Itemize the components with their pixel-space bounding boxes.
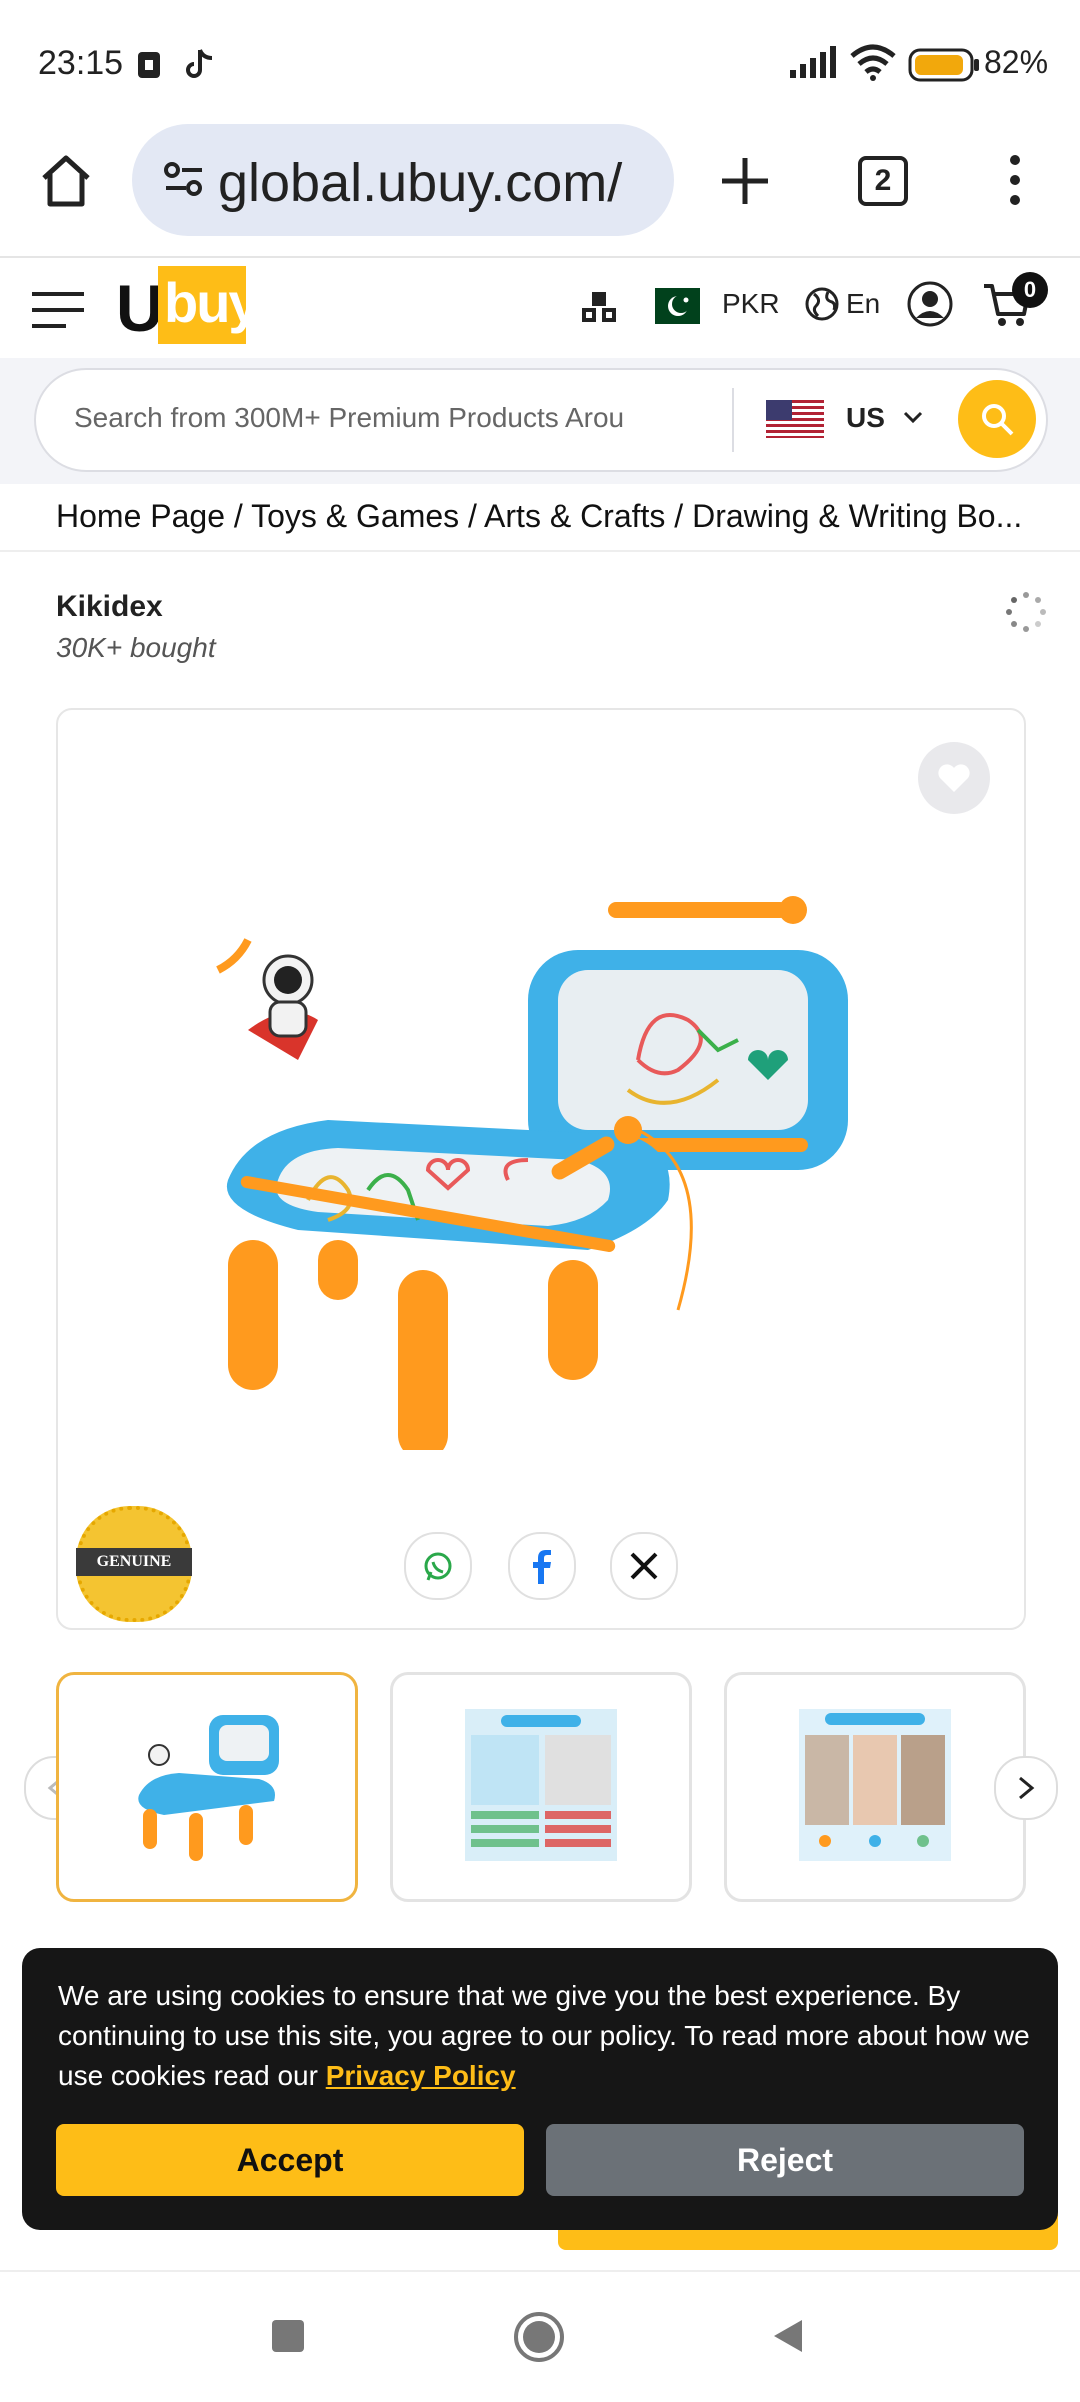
wishlist-button[interactable]	[918, 742, 990, 814]
x-share-button[interactable]	[610, 1532, 678, 1600]
site-header: U buy PKR En 0	[0, 258, 1080, 358]
search-divider	[732, 388, 734, 452]
hamburger-menu-icon[interactable]	[30, 288, 86, 332]
cart-count-badge: 0	[1012, 272, 1048, 308]
privacy-policy-link[interactable]: Privacy Policy	[326, 2060, 516, 2091]
reject-cookies-button[interactable]: Reject	[546, 2124, 1024, 2196]
new-tab-icon[interactable]	[718, 154, 772, 208]
globe-icon[interactable]	[804, 286, 840, 322]
tiktok-icon	[186, 49, 213, 78]
cookie-message: We are using cookies to ensure that we g…	[58, 1976, 1038, 2096]
facebook-share-button[interactable]	[508, 1532, 576, 1600]
bought-count: 30K+ bought	[56, 632, 216, 663]
currency-selector[interactable]: PKR	[722, 288, 780, 320]
logo-text: buy	[164, 271, 260, 334]
country-selector[interactable]: US	[846, 402, 885, 434]
cookie-message-text: We are using cookies to ensure that we g…	[58, 1980, 1030, 2091]
loading-spinner-icon	[1006, 592, 1046, 632]
breadcrumb: Home Page / Toys & Games / Arts & Crafts…	[0, 484, 1080, 552]
cookie-banner: We are using cookies to ensure that we g…	[22, 1948, 1058, 2230]
thumbnail-next-button[interactable]	[994, 1756, 1058, 1820]
whatsapp-icon	[424, 1552, 452, 1581]
genuine-badge-text: GENUINE	[76, 1548, 192, 1576]
recents-icon[interactable]	[270, 2318, 306, 2354]
logo[interactable]: buy	[158, 266, 260, 344]
product-image-card: GENUINE	[56, 708, 1026, 1630]
search-button[interactable]	[958, 380, 1036, 458]
chevron-right-icon	[1019, 1776, 1035, 1800]
thumbnail-image	[138, 1715, 279, 1861]
tab-switcher-button[interactable]: 2	[858, 156, 908, 206]
back-icon[interactable]	[768, 2316, 808, 2356]
address-bar[interactable]: global.ubuy.com/	[132, 124, 674, 236]
more-menu-icon[interactable]	[1000, 152, 1030, 212]
search-section: Search from 300M+ Premium Products Arou …	[0, 358, 1080, 484]
thumbnail-image	[799, 1709, 951, 1861]
us-flag-icon[interactable]	[766, 400, 824, 438]
facebook-icon	[533, 1550, 551, 1584]
search-input[interactable]: Search from 300M+ Premium Products Arou	[74, 402, 704, 434]
product-image[interactable]	[208, 830, 928, 1450]
breadcrumb-text[interactable]: Home Page / Toys & Games / Arts & Crafts…	[56, 498, 1026, 535]
logo-letter[interactable]: U	[116, 270, 164, 346]
battery-icon	[908, 48, 979, 82]
thumbnail-image	[465, 1709, 617, 1861]
whatsapp-share-button[interactable]	[404, 1532, 472, 1600]
system-nav-bar	[0, 2270, 1080, 2402]
genuine-badge: GENUINE	[76, 1506, 192, 1622]
home-icon[interactable]	[36, 150, 96, 210]
battery-percent: 82%	[984, 44, 1049, 80]
search-icon	[982, 404, 1014, 436]
status-time: 23:15	[38, 44, 124, 82]
thumbnail-1[interactable]	[56, 1672, 358, 1902]
browser-toolbar: global.ubuy.com/ 2	[0, 120, 1080, 258]
accept-cookies-button[interactable]: Accept	[56, 2124, 524, 2196]
search-bar: Search from 300M+ Premium Products Arou …	[34, 368, 1048, 472]
signal-icon	[790, 46, 836, 78]
home-button-icon[interactable]	[512, 2310, 566, 2364]
heart-icon	[938, 764, 970, 792]
account-icon[interactable]	[906, 280, 954, 328]
pakistan-flag-icon[interactable]	[640, 288, 700, 324]
url-text: global.ubuy.com/	[218, 153, 623, 213]
thumbnail-2[interactable]	[390, 1672, 692, 1902]
store-icon[interactable]	[580, 288, 618, 326]
thumbnail-3[interactable]	[724, 1672, 1026, 1902]
language-selector[interactable]: En	[846, 288, 880, 320]
wifi-icon	[850, 44, 896, 81]
chevron-down-icon[interactable]	[902, 410, 924, 426]
x-icon	[630, 1552, 658, 1580]
product-brand[interactable]: Kikidex	[56, 590, 163, 624]
sim-icon	[138, 52, 160, 78]
site-settings-icon[interactable]	[162, 158, 206, 202]
status-bar: 23:15 82%	[0, 0, 1080, 120]
